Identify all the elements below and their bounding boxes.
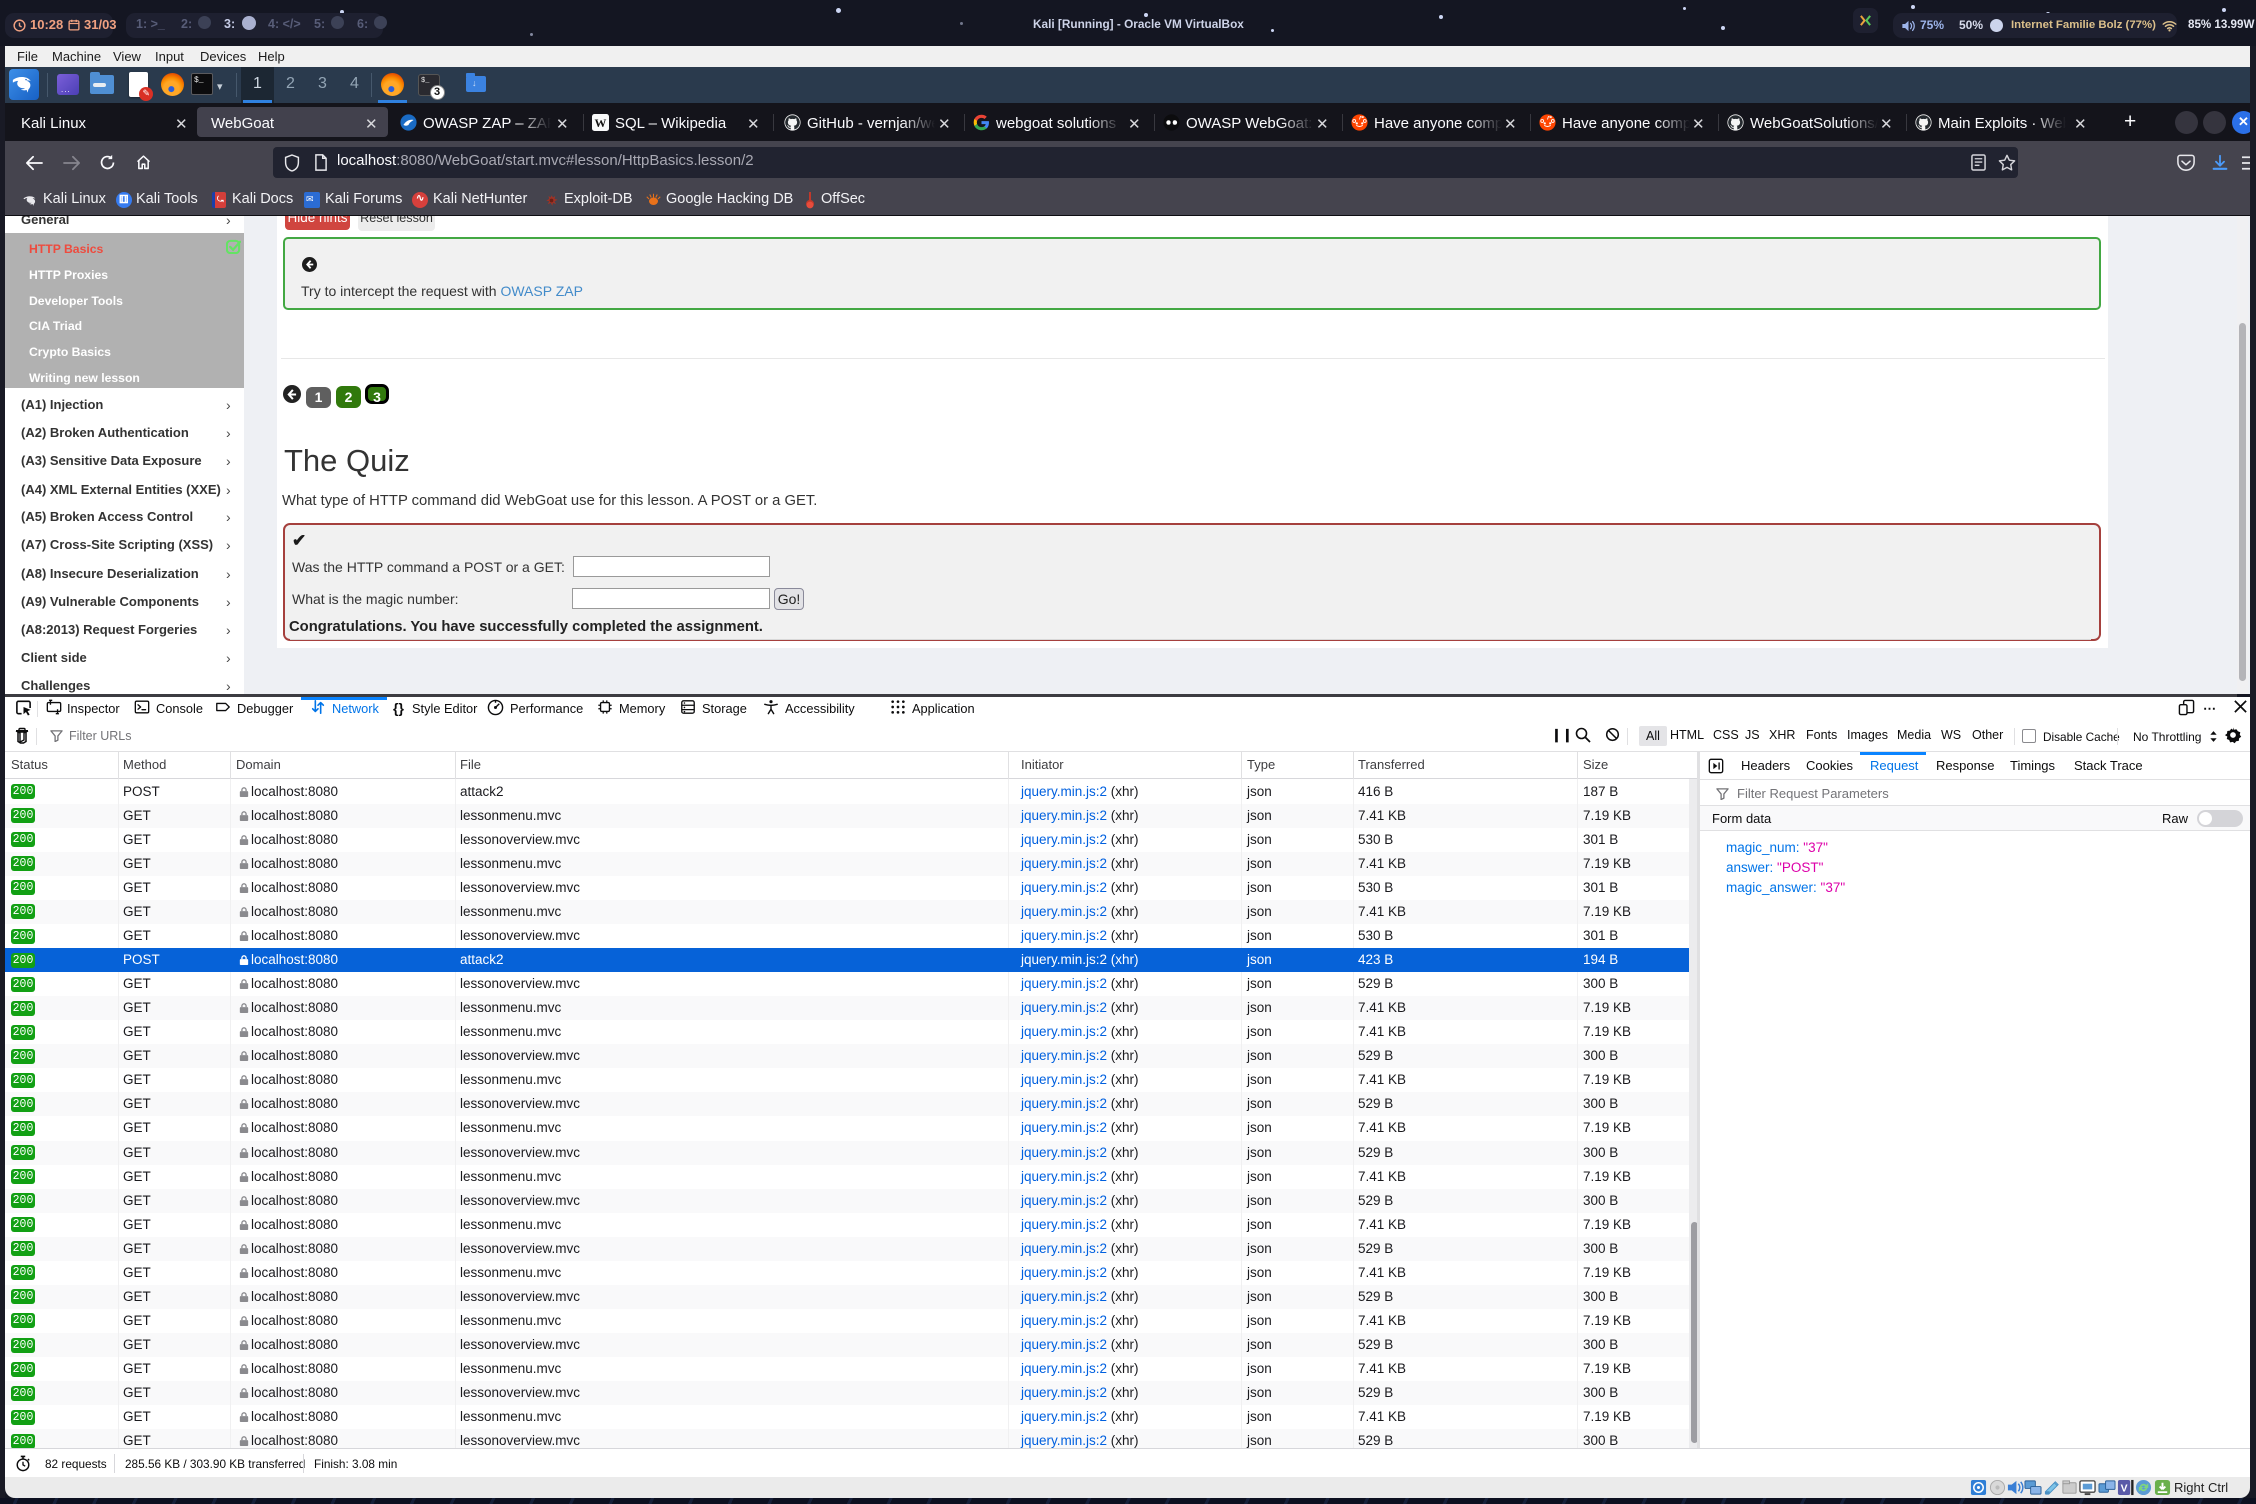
svg-text:V: V — [2121, 1483, 2128, 1494]
svg-text:W: W — [595, 116, 607, 130]
